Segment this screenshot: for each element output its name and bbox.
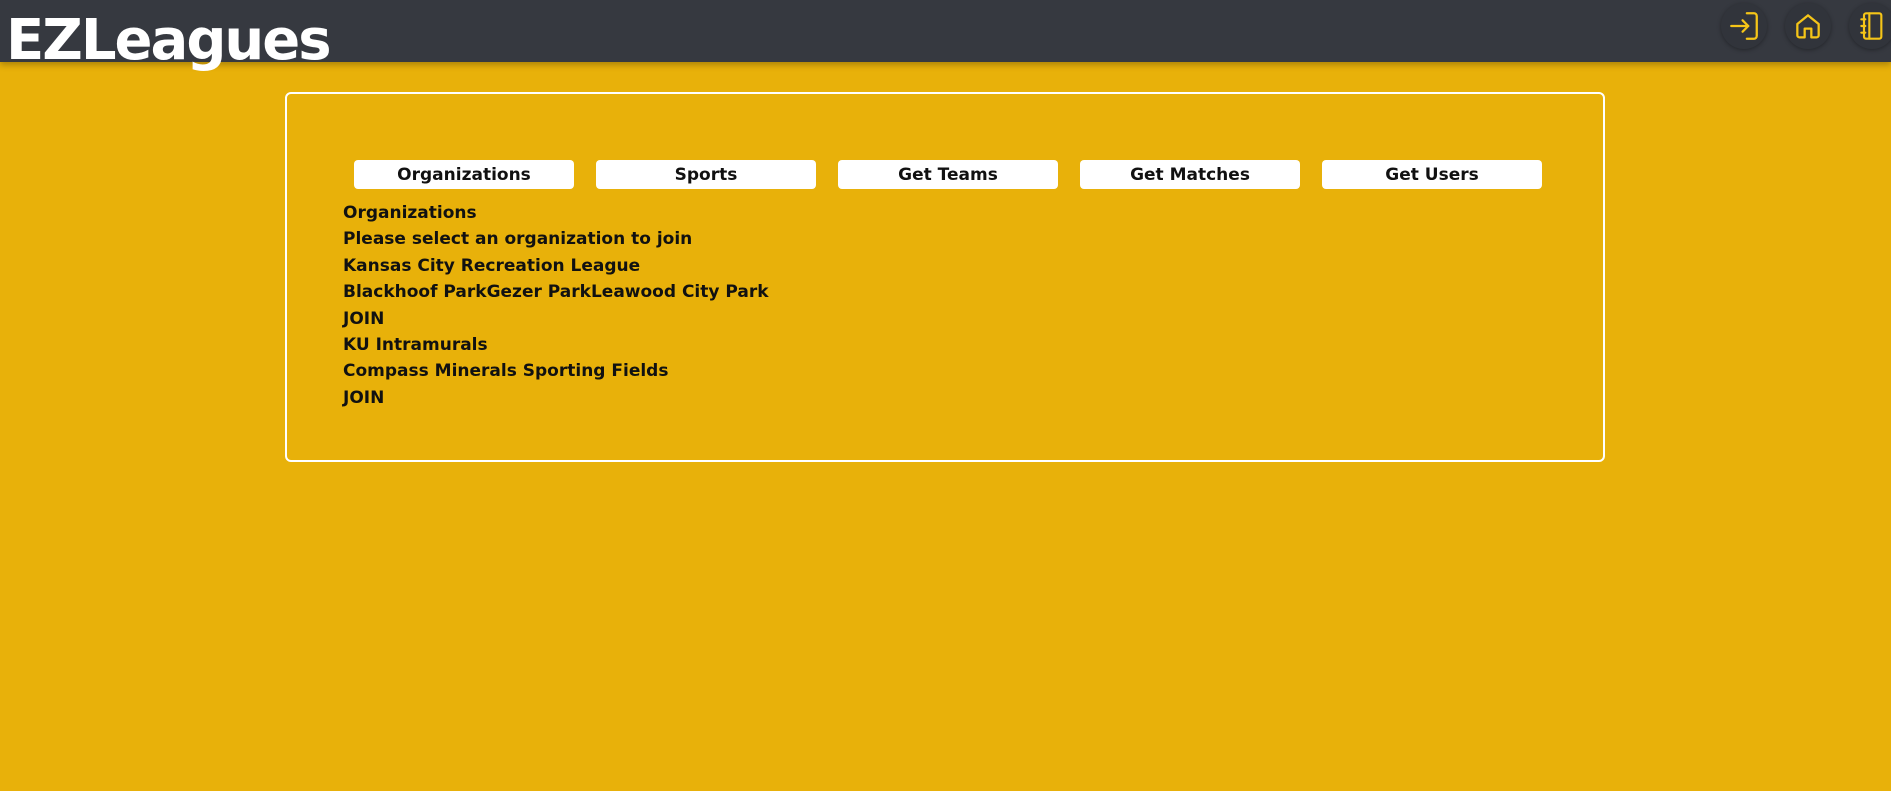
login-icon	[1730, 12, 1758, 40]
instruction-text: Please select an organization to join	[343, 229, 693, 250]
notebook-button[interactable]	[1849, 3, 1891, 49]
organization-name: KU Intramurals	[343, 334, 488, 355]
tab-organizations[interactable]: Organizations	[354, 160, 574, 189]
nav-icon-group	[1703, 0, 1891, 52]
tab-sports[interactable]: Sports	[596, 160, 816, 189]
notebook-icon	[1860, 12, 1883, 40]
app-logo[interactable]: EZLeagues	[6, 10, 332, 72]
section-heading: Organizations	[343, 203, 477, 223]
organization-locations: Compass Minerals Sporting Fields	[343, 361, 669, 382]
tab-get-teams[interactable]: Get Teams	[838, 160, 1058, 189]
home-button[interactable]	[1785, 3, 1831, 49]
organizations-content: Organizations Please select an organizat…	[343, 200, 769, 411]
home-icon	[1796, 14, 1820, 39]
organization-item: KU Intramurals Compass Minerals Sporting…	[343, 332, 769, 411]
tab-get-users[interactable]: Get Users	[1322, 160, 1542, 189]
organization-item: Kansas City Recreation League Blackhoof …	[343, 253, 769, 332]
login-button[interactable]	[1721, 3, 1767, 49]
tab-get-matches[interactable]: Get Matches	[1080, 160, 1300, 189]
organization-locations: Blackhoof ParkGezer ParkLeawood City Par…	[343, 282, 769, 303]
organizations-panel: Organizations Sports Get Teams Get Match…	[285, 92, 1605, 462]
organization-name: Kansas City Recreation League	[343, 255, 641, 276]
join-button[interactable]: JOIN	[343, 385, 769, 411]
tab-bar: Organizations Sports Get Teams Get Match…	[354, 160, 1542, 189]
join-button[interactable]: JOIN	[343, 306, 769, 332]
